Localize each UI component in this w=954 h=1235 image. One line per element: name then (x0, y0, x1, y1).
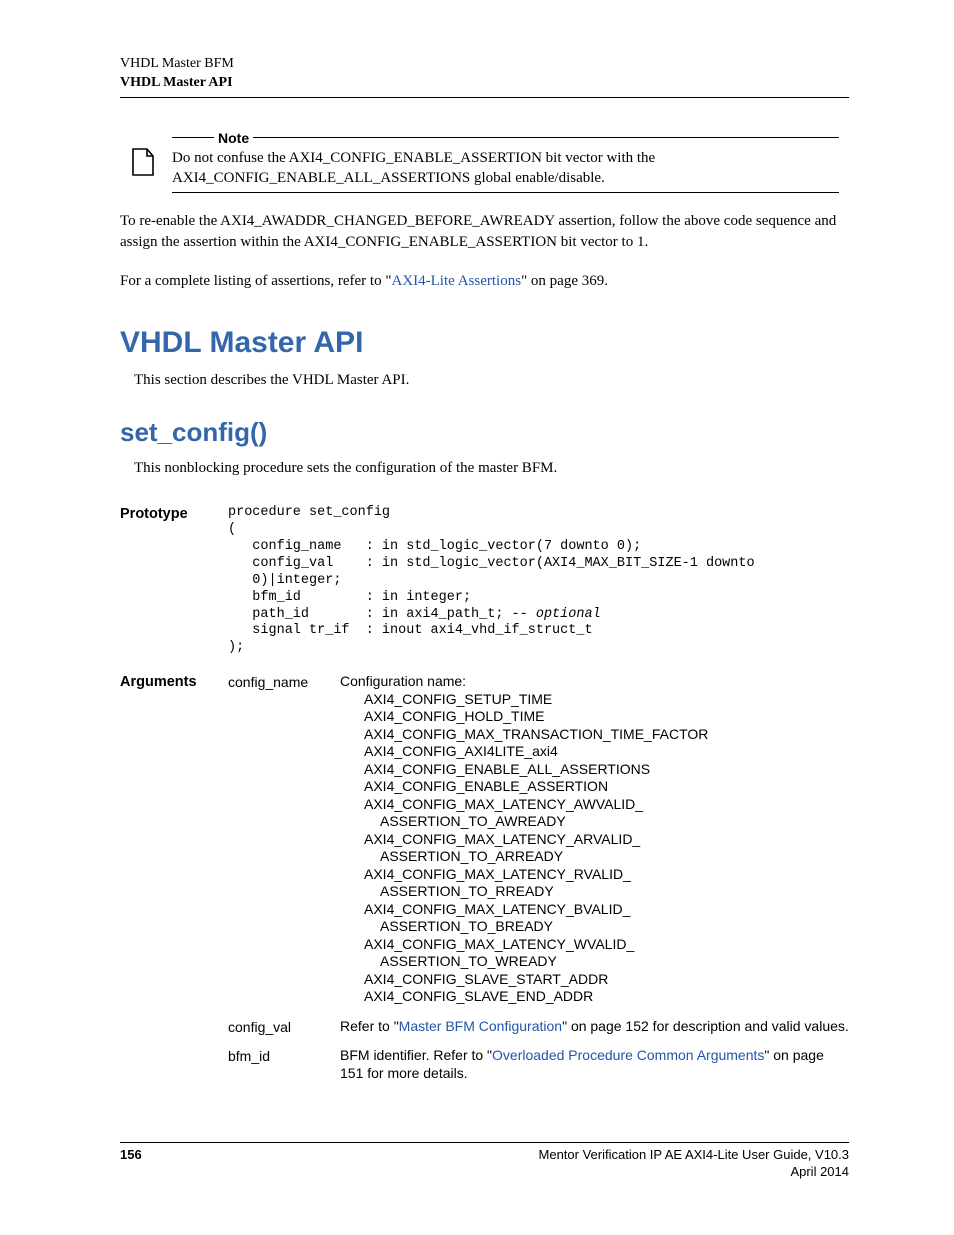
arg-name: config_name (228, 673, 340, 690)
link-master-bfm-configuration[interactable]: Master BFM Configuration (399, 1018, 562, 1034)
heading-set-config: set_config() (120, 417, 849, 448)
footer-title: Mentor Verification IP AE AXI4-Lite User… (539, 1147, 849, 1164)
note-label: Note (214, 130, 253, 146)
list-item: ASSERTION_TO_AWREADY (380, 813, 849, 831)
list-item: AXI4_CONFIG_MAX_LATENCY_RVALID_ (364, 866, 849, 884)
note-label-row: Note (172, 130, 839, 146)
list-item: AXI4_CONFIG_MAX_LATENCY_WVALID_ (364, 936, 849, 954)
arg-name: config_val (228, 1018, 340, 1035)
prototype-label: Prototype (120, 505, 228, 522)
running-header: VHDL Master BFM VHDL Master API (120, 55, 849, 93)
list-item: AXI4_CONFIG_ENABLE_ALL_ASSERTIONS (364, 761, 849, 779)
arg-row-config-val: config_val Refer to "Master BFM Configur… (228, 1018, 849, 1036)
note-icon (132, 148, 154, 176)
text: For a complete listing of assertions, re… (120, 273, 391, 289)
paragraph-assertions-ref: For a complete listing of assertions, re… (120, 271, 849, 292)
text: BFM identifier. Refer to " (340, 1047, 492, 1063)
arg-desc-config-val: Refer to "Master BFM Configuration" on p… (340, 1018, 849, 1036)
heading-vhdl-master-api: VHDL Master API (120, 326, 849, 360)
list-item: AXI4_CONFIG_MAX_TRANSACTION_TIME_FACTOR (364, 726, 849, 744)
code-text: signal tr_if : inout axi4_vhd_if_struct_… (228, 623, 593, 655)
header-rule (120, 97, 849, 98)
arg-desc-bfm-id: BFM identifier. Refer to "Overloaded Pro… (340, 1047, 849, 1082)
list-item: AXI4_CONFIG_AXI4LITE_axi4 (364, 743, 849, 761)
config-name-intro: Configuration name: (340, 673, 849, 691)
text: Refer to " (340, 1018, 399, 1034)
footer-right: Mentor Verification IP AE AXI4-Lite User… (539, 1147, 849, 1181)
header-line-1: VHDL Master BFM (120, 55, 849, 74)
code-text: procedure set_config ( config_name : in … (228, 505, 763, 621)
page-number: 156 (120, 1147, 142, 1181)
arguments-table: config_name Configuration name: AXI4_CON… (228, 673, 849, 1094)
note-rule-bottom (172, 192, 839, 193)
paragraph-reenable: To re-enable the AXI4_AWADDR_CHANGED_BEF… (120, 211, 849, 253)
arguments-label: Arguments (120, 673, 228, 690)
footer: 156 Mentor Verification IP AE AXI4-Lite … (120, 1142, 849, 1181)
definition-block: Prototype procedure set_config ( config_… (120, 505, 849, 1094)
list-item: ASSERTION_TO_WREADY (380, 953, 849, 971)
code-comment-optional: -- optional (512, 607, 601, 622)
link-overloaded-procedure-common-arguments[interactable]: Overloaded Procedure Common Arguments (492, 1047, 764, 1063)
intro-vhdl-master-api: This section describes the VHDL Master A… (134, 370, 849, 391)
intro-set-config: This nonblocking procedure sets the conf… (134, 458, 849, 479)
note-body: Do not confuse the AXI4_CONFIG_ENABLE_AS… (172, 146, 839, 193)
list-item: AXI4_CONFIG_SETUP_TIME (364, 691, 849, 709)
text: " on page 369. (521, 273, 608, 289)
arg-row-bfm-id: bfm_id BFM identifier. Refer to "Overloa… (228, 1047, 849, 1082)
list-item: AXI4_CONFIG_MAX_LATENCY_BVALID_ (364, 901, 849, 919)
arguments-row: Arguments config_name Configuration name… (120, 673, 849, 1094)
list-item: AXI4_CONFIG_MAX_LATENCY_AWVALID_ (364, 796, 849, 814)
config-name-list: AXI4_CONFIG_SETUP_TIME AXI4_CONFIG_HOLD_… (364, 691, 849, 1006)
list-item: AXI4_CONFIG_SLAVE_START_ADDR (364, 971, 849, 989)
link-axi4-lite-assertions[interactable]: AXI4-Lite Assertions (391, 273, 521, 289)
list-item: AXI4_CONFIG_SLAVE_END_ADDR (364, 988, 849, 1006)
list-item: ASSERTION_TO_ARREADY (380, 848, 849, 866)
header-line-2: VHDL Master API (120, 74, 849, 93)
list-item: AXI4_CONFIG_ENABLE_ASSERTION (364, 778, 849, 796)
note-rule-right (253, 137, 839, 138)
note-rule-left (172, 137, 214, 138)
arg-name: bfm_id (228, 1047, 340, 1064)
arg-row-config-name: config_name Configuration name: AXI4_CON… (228, 673, 849, 1006)
list-item: ASSERTION_TO_RREADY (380, 883, 849, 901)
text: " on page 152 for description and valid … (562, 1018, 849, 1034)
footer-date: April 2014 (539, 1164, 849, 1181)
prototype-row: Prototype procedure set_config ( config_… (120, 505, 849, 657)
prototype-code: procedure set_config ( config_name : in … (228, 505, 849, 657)
arg-desc-config-name: Configuration name: AXI4_CONFIG_SETUP_TI… (340, 673, 849, 1006)
note-block: Note Do not confuse the AXI4_CONFIG_ENAB… (172, 130, 839, 194)
list-item: AXI4_CONFIG_MAX_LATENCY_ARVALID_ (364, 831, 849, 849)
list-item: AXI4_CONFIG_HOLD_TIME (364, 708, 849, 726)
list-item: ASSERTION_TO_BREADY (380, 918, 849, 936)
